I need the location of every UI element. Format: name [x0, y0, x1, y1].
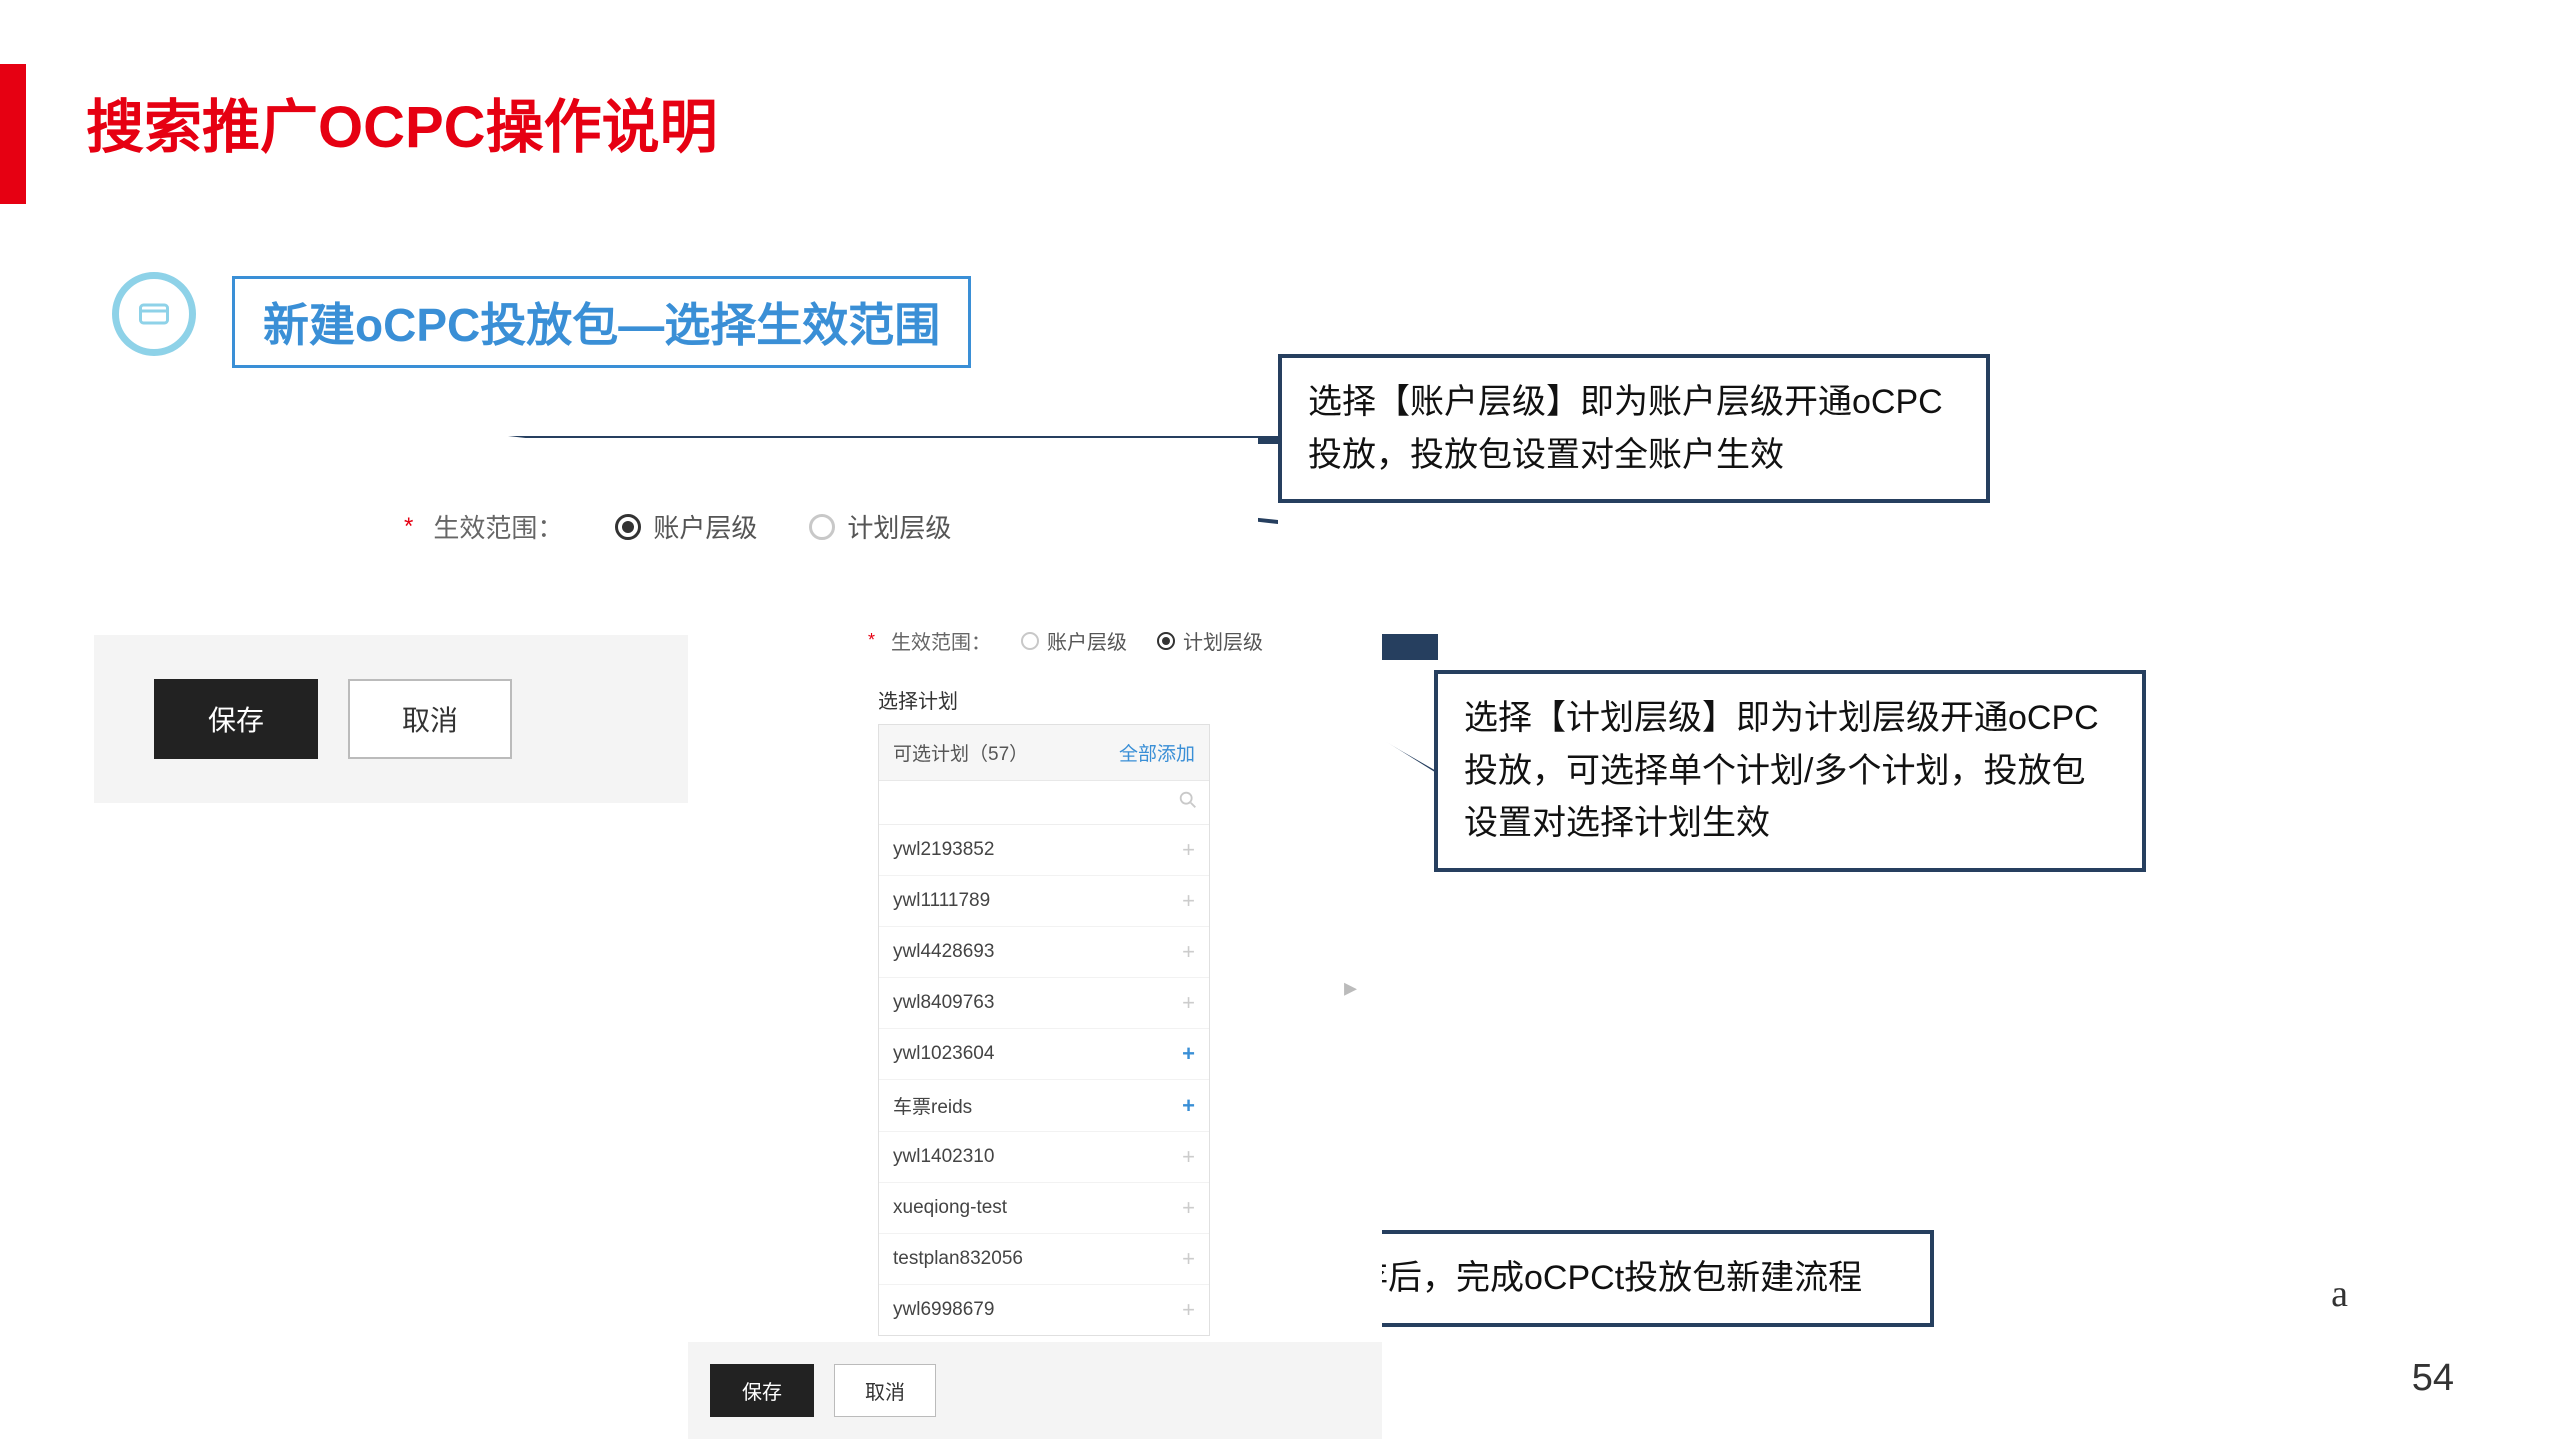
- plan-row[interactable]: ywl8409763 +: [879, 978, 1209, 1029]
- radio-account-level-2[interactable]: 账户层级: [1021, 626, 1127, 655]
- select-plan-area: 选择计划 可选计划（57） 全部添加 ywl2193852 + ywl111178…: [878, 685, 1352, 1336]
- add-plan-icon[interactable]: +: [1182, 990, 1195, 1016]
- plan-list-header: 可选计划（57） 全部添加: [879, 725, 1209, 781]
- radio-account-label-1: 账户层级: [653, 508, 757, 545]
- radio-unchecked-icon: [809, 514, 835, 540]
- add-plan-icon[interactable]: +: [1182, 1246, 1195, 1272]
- add-plan-icon[interactable]: +: [1182, 1297, 1195, 1323]
- add-all-link[interactable]: 全部添加: [1119, 739, 1195, 766]
- plan-row[interactable]: ywl1111789 +: [879, 876, 1209, 927]
- page-title: 搜索推广OCPC操作说明: [86, 80, 718, 164]
- plan-name: testplan832056: [893, 1248, 1023, 1270]
- scope-label-2: 生效范围：: [891, 626, 991, 655]
- radio-checked-icon: [615, 514, 641, 540]
- search-icon[interactable]: [1177, 789, 1199, 816]
- radio-account-level-1[interactable]: 账户层级: [615, 508, 757, 545]
- plan-name: ywl4428693: [893, 941, 994, 963]
- plan-name: ywl6998679: [893, 1299, 994, 1321]
- add-plan-icon[interactable]: +: [1182, 1195, 1195, 1221]
- decorative-letter: a: [2331, 1272, 2348, 1316]
- plan-row[interactable]: ywl1402310 +: [879, 1132, 1209, 1183]
- radio-unchecked-icon: [1021, 632, 1039, 650]
- plan-name: xueqiong-test: [893, 1197, 1007, 1219]
- required-star-icon: *: [404, 513, 413, 541]
- add-plan-icon[interactable]: +: [1182, 1041, 1195, 1067]
- plan-name: ywl8409763: [893, 992, 994, 1014]
- panel-plan-scope-inner: * 生效范围： 账户层级 计划层级 选择计划 可选计划（57） 全部添加: [688, 598, 1382, 1342]
- radio-plan-label-1: 计划层级: [847, 508, 951, 545]
- available-plans-count: 可选计划（57）: [893, 739, 1028, 766]
- page-number: 54: [2412, 1357, 2454, 1400]
- plan-row[interactable]: ywl2193852 +: [879, 825, 1209, 876]
- radio-plan-label-2: 计划层级: [1183, 626, 1263, 655]
- plan-name: ywl2193852: [893, 839, 994, 861]
- section-subtitle: 新建oCPC投放包—选择生效范围: [232, 276, 971, 368]
- section-icon: [112, 272, 196, 356]
- select-plan-title: 选择计划: [878, 685, 1352, 714]
- scope-label-1: 生效范围：: [433, 508, 563, 545]
- radio-plan-level-2[interactable]: 计划层级: [1157, 626, 1263, 655]
- plan-row[interactable]: ywl1023604 +: [879, 1029, 1209, 1080]
- plan-row[interactable]: ywl6998679 +: [879, 1285, 1209, 1335]
- radio-checked-icon: [1157, 632, 1175, 650]
- plan-list-box: 可选计划（57） 全部添加 ywl2193852 + ywl1111789 + yw…: [878, 724, 1210, 1336]
- plan-search-row: [879, 781, 1209, 825]
- panel-plan-scope: * 生效范围： 账户层级 计划层级 选择计划 可选计划（57） 全部添加: [688, 598, 1382, 1439]
- add-plan-icon[interactable]: +: [1182, 1144, 1195, 1170]
- radio-plan-level-1[interactable]: 计划层级: [809, 508, 951, 545]
- required-star-icon: *: [868, 630, 875, 651]
- title-accent-bar: [0, 64, 26, 204]
- save-button-1[interactable]: 保存: [154, 679, 318, 759]
- callout-account-level: 选择【账户层级】即为账户层级开通oCPC投放，投放包设置对全账户生效: [1278, 354, 1990, 503]
- plan-row[interactable]: testplan832056 +: [879, 1234, 1209, 1285]
- save-button-2[interactable]: 保存: [710, 1364, 814, 1417]
- callout-plan-level: 选择【计划层级】即为计划层级开通oCPC投放，可选择单个计划/多个计划，投放包设…: [1434, 670, 2146, 872]
- panel2-actions: 保存 取消: [688, 1342, 1382, 1439]
- radio-account-label-2: 账户层级: [1047, 626, 1127, 655]
- transfer-arrow-icon[interactable]: ▸: [1344, 972, 1357, 1003]
- add-plan-icon[interactable]: +: [1182, 888, 1195, 914]
- cancel-button-1[interactable]: 取消: [348, 679, 512, 759]
- add-plan-icon[interactable]: +: [1182, 939, 1195, 965]
- plan-name: ywl1023604: [893, 1043, 994, 1065]
- plan-name: 车票reids: [893, 1092, 972, 1119]
- add-plan-icon[interactable]: +: [1182, 837, 1195, 863]
- plan-row[interactable]: 车票reids +: [879, 1080, 1209, 1132]
- scope-field-row-1: * 生效范围： 账户层级 计划层级: [404, 508, 1218, 545]
- add-plan-icon[interactable]: +: [1182, 1093, 1195, 1119]
- scope-field-row-2: * 生效范围： 账户层级 计划层级: [868, 626, 1352, 655]
- plan-name: ywl1402310: [893, 1146, 994, 1168]
- cancel-button-2[interactable]: 取消: [834, 1364, 936, 1417]
- plan-name: ywl1111789: [893, 890, 990, 912]
- plan-row[interactable]: ywl4428693 +: [879, 927, 1209, 978]
- plan-row[interactable]: xueqiong-test +: [879, 1183, 1209, 1234]
